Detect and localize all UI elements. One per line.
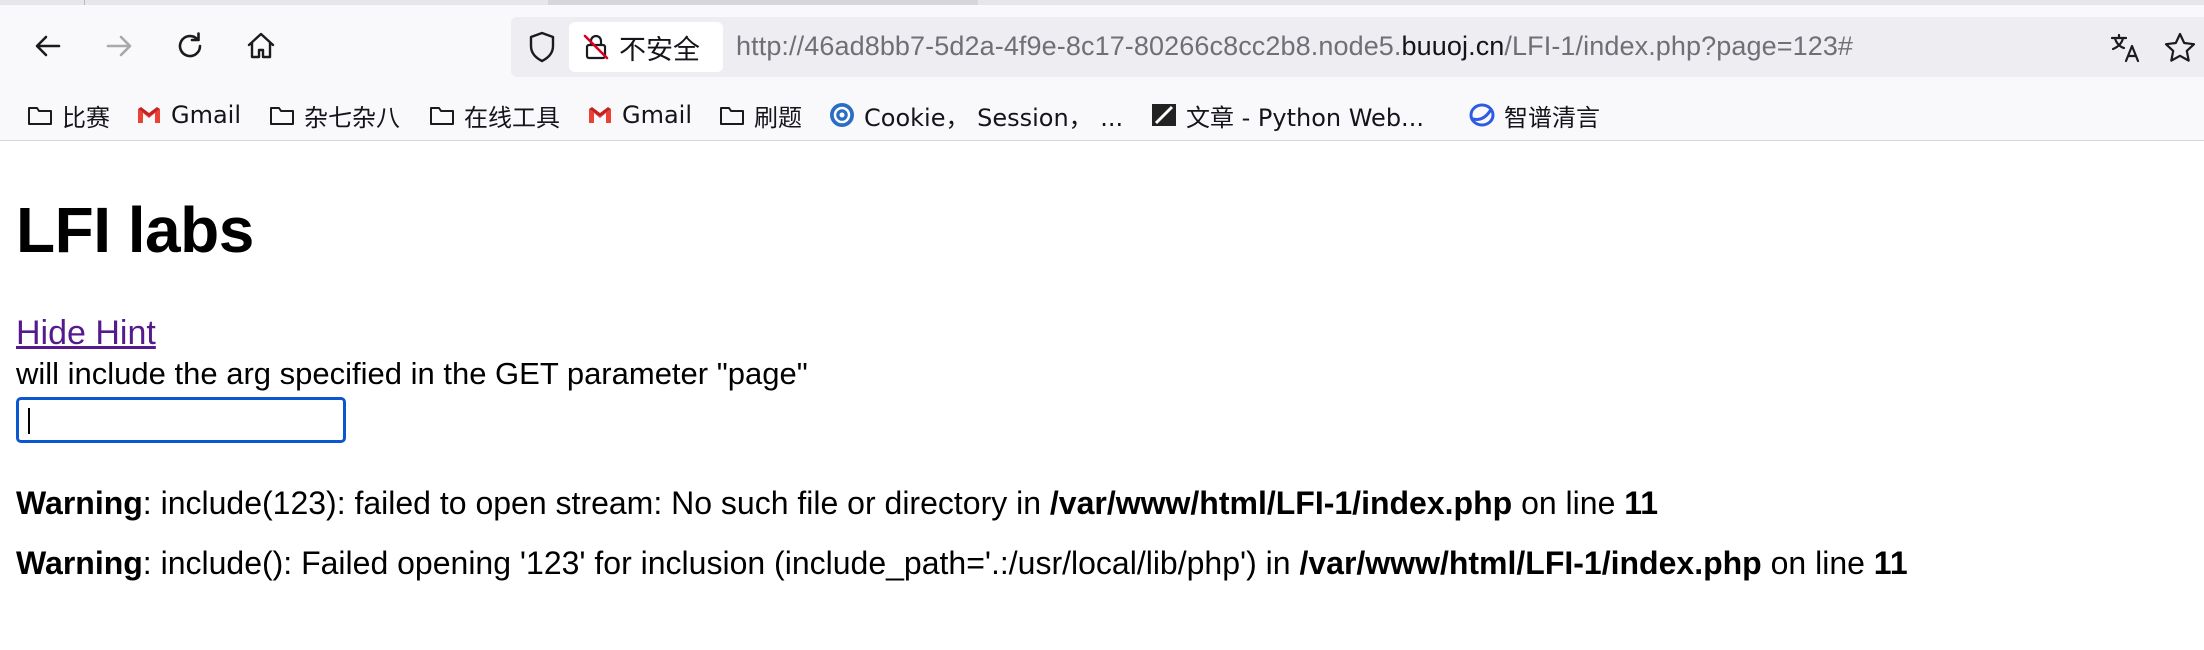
warning-line-number: 11: [1624, 485, 1659, 521]
bookmark-chatglm[interactable]: 智谱清言: [1468, 97, 1600, 133]
bookmark-folder-zaqizaba[interactable]: 杂七杂八: [268, 97, 400, 133]
folder-icon: [268, 101, 296, 129]
warning-label: Warning: [16, 485, 143, 521]
warning-label: Warning: [16, 545, 143, 581]
url-suffix: /LFI-1/index.php?page=123#: [1504, 31, 1854, 61]
page-content: LFI labs Hide Hint will include the arg …: [0, 141, 2204, 650]
security-label: 不安全: [619, 34, 700, 66]
warning-message-2: Warning: include(): Failed opening '123'…: [16, 545, 1908, 582]
forward-button[interactable]: [95, 22, 143, 70]
shield-icon[interactable]: [525, 30, 559, 64]
bookmark-gmail-2[interactable]: Gmail: [586, 97, 692, 133]
bookmark-label: 刷题: [754, 103, 802, 132]
warning-text: : include(): Failed opening '123' for in…: [142, 545, 1300, 581]
bookmarks-toolbar: 比赛 Gmail 杂七杂八 在线工具 Gmail 刷题 Cookie， Sess…: [0, 92, 2204, 136]
hide-hint-link[interactable]: Hide Hint: [16, 314, 156, 353]
security-indicator[interactable]: 不安全: [569, 22, 723, 72]
star-icon[interactable]: [2162, 30, 2198, 66]
gmail-icon: [586, 101, 614, 129]
bookmark-label: 文章 - Python Web...: [1186, 103, 1424, 132]
folder-icon: [428, 101, 456, 129]
folder-icon: [26, 101, 54, 129]
page-title: LFI labs: [16, 194, 254, 266]
bookmark-folder-tools[interactable]: 在线工具: [428, 97, 560, 133]
reload-button[interactable]: [166, 22, 214, 70]
bookmark-folder-shuati[interactable]: 刷题: [718, 97, 802, 133]
warning-file: /var/www/html/LFI-1/index.php: [1299, 545, 1762, 581]
zhihu-icon: [1150, 101, 1178, 129]
site-icon: [828, 101, 856, 129]
url-prefix: http://46ad8bb7-5d2a-4f9e-8c17-80266c8cc…: [736, 31, 1402, 61]
home-icon: [247, 32, 275, 59]
bookmark-label: 智谱清言: [1504, 103, 1600, 132]
gmail-icon: [135, 101, 163, 129]
text-caret: [28, 408, 30, 434]
insecure-lock-icon: [583, 34, 609, 60]
bookmark-label: 杂七杂八: [304, 103, 400, 132]
warning-text: : include(123): failed to open stream: N…: [142, 485, 1050, 521]
folder-icon: [718, 101, 746, 129]
warning-file: /var/www/html/LFI-1/index.php: [1049, 485, 1513, 521]
bookmark-label: 比赛: [62, 103, 110, 132]
bookmark-label: Cookie， Session， ...: [864, 103, 1124, 132]
translate-icon[interactable]: [2108, 30, 2144, 66]
bookmark-label: Gmail: [622, 101, 693, 129]
bookmark-folder-bisai[interactable]: 比赛: [26, 97, 110, 133]
arrow-left-icon: [35, 35, 61, 57]
arrow-right-icon: [106, 35, 132, 57]
hint-text: will include the arg specified in the GE…: [16, 356, 808, 391]
warning-message-1: Warning: include(123): failed to open st…: [16, 485, 1658, 522]
chatglm-icon: [1468, 101, 1496, 129]
nav-toolbar: 不安全 http://46ad8bb7-5d2a-4f9e-8c17-80266…: [0, 5, 2204, 87]
url-domain: buuoj.cn: [1401, 31, 1505, 61]
back-button[interactable]: [24, 22, 72, 70]
warning-line-text: on line: [1512, 485, 1625, 521]
bookmark-gmail-1[interactable]: Gmail: [135, 97, 241, 133]
reload-icon: [178, 32, 202, 58]
url-text[interactable]: http://46ad8bb7-5d2a-4f9e-8c17-80266c8cc…: [736, 31, 1853, 62]
bookmark-cookie-session[interactable]: Cookie， Session， ...: [828, 97, 1123, 133]
warning-line-number: 11: [1873, 545, 1908, 581]
home-button[interactable]: [237, 22, 285, 70]
address-bar[interactable]: 不安全 http://46ad8bb7-5d2a-4f9e-8c17-80266…: [511, 17, 2204, 77]
warning-line-text: on line: [1761, 545, 1874, 581]
bookmark-label: 在线工具: [464, 103, 560, 132]
bookmark-python-web[interactable]: 文章 - Python Web...: [1150, 97, 1424, 133]
page-param-input[interactable]: [16, 397, 346, 443]
browser-chrome: 不安全 http://46ad8bb7-5d2a-4f9e-8c17-80266…: [0, 0, 2204, 141]
bookmark-label: Gmail: [171, 101, 242, 129]
